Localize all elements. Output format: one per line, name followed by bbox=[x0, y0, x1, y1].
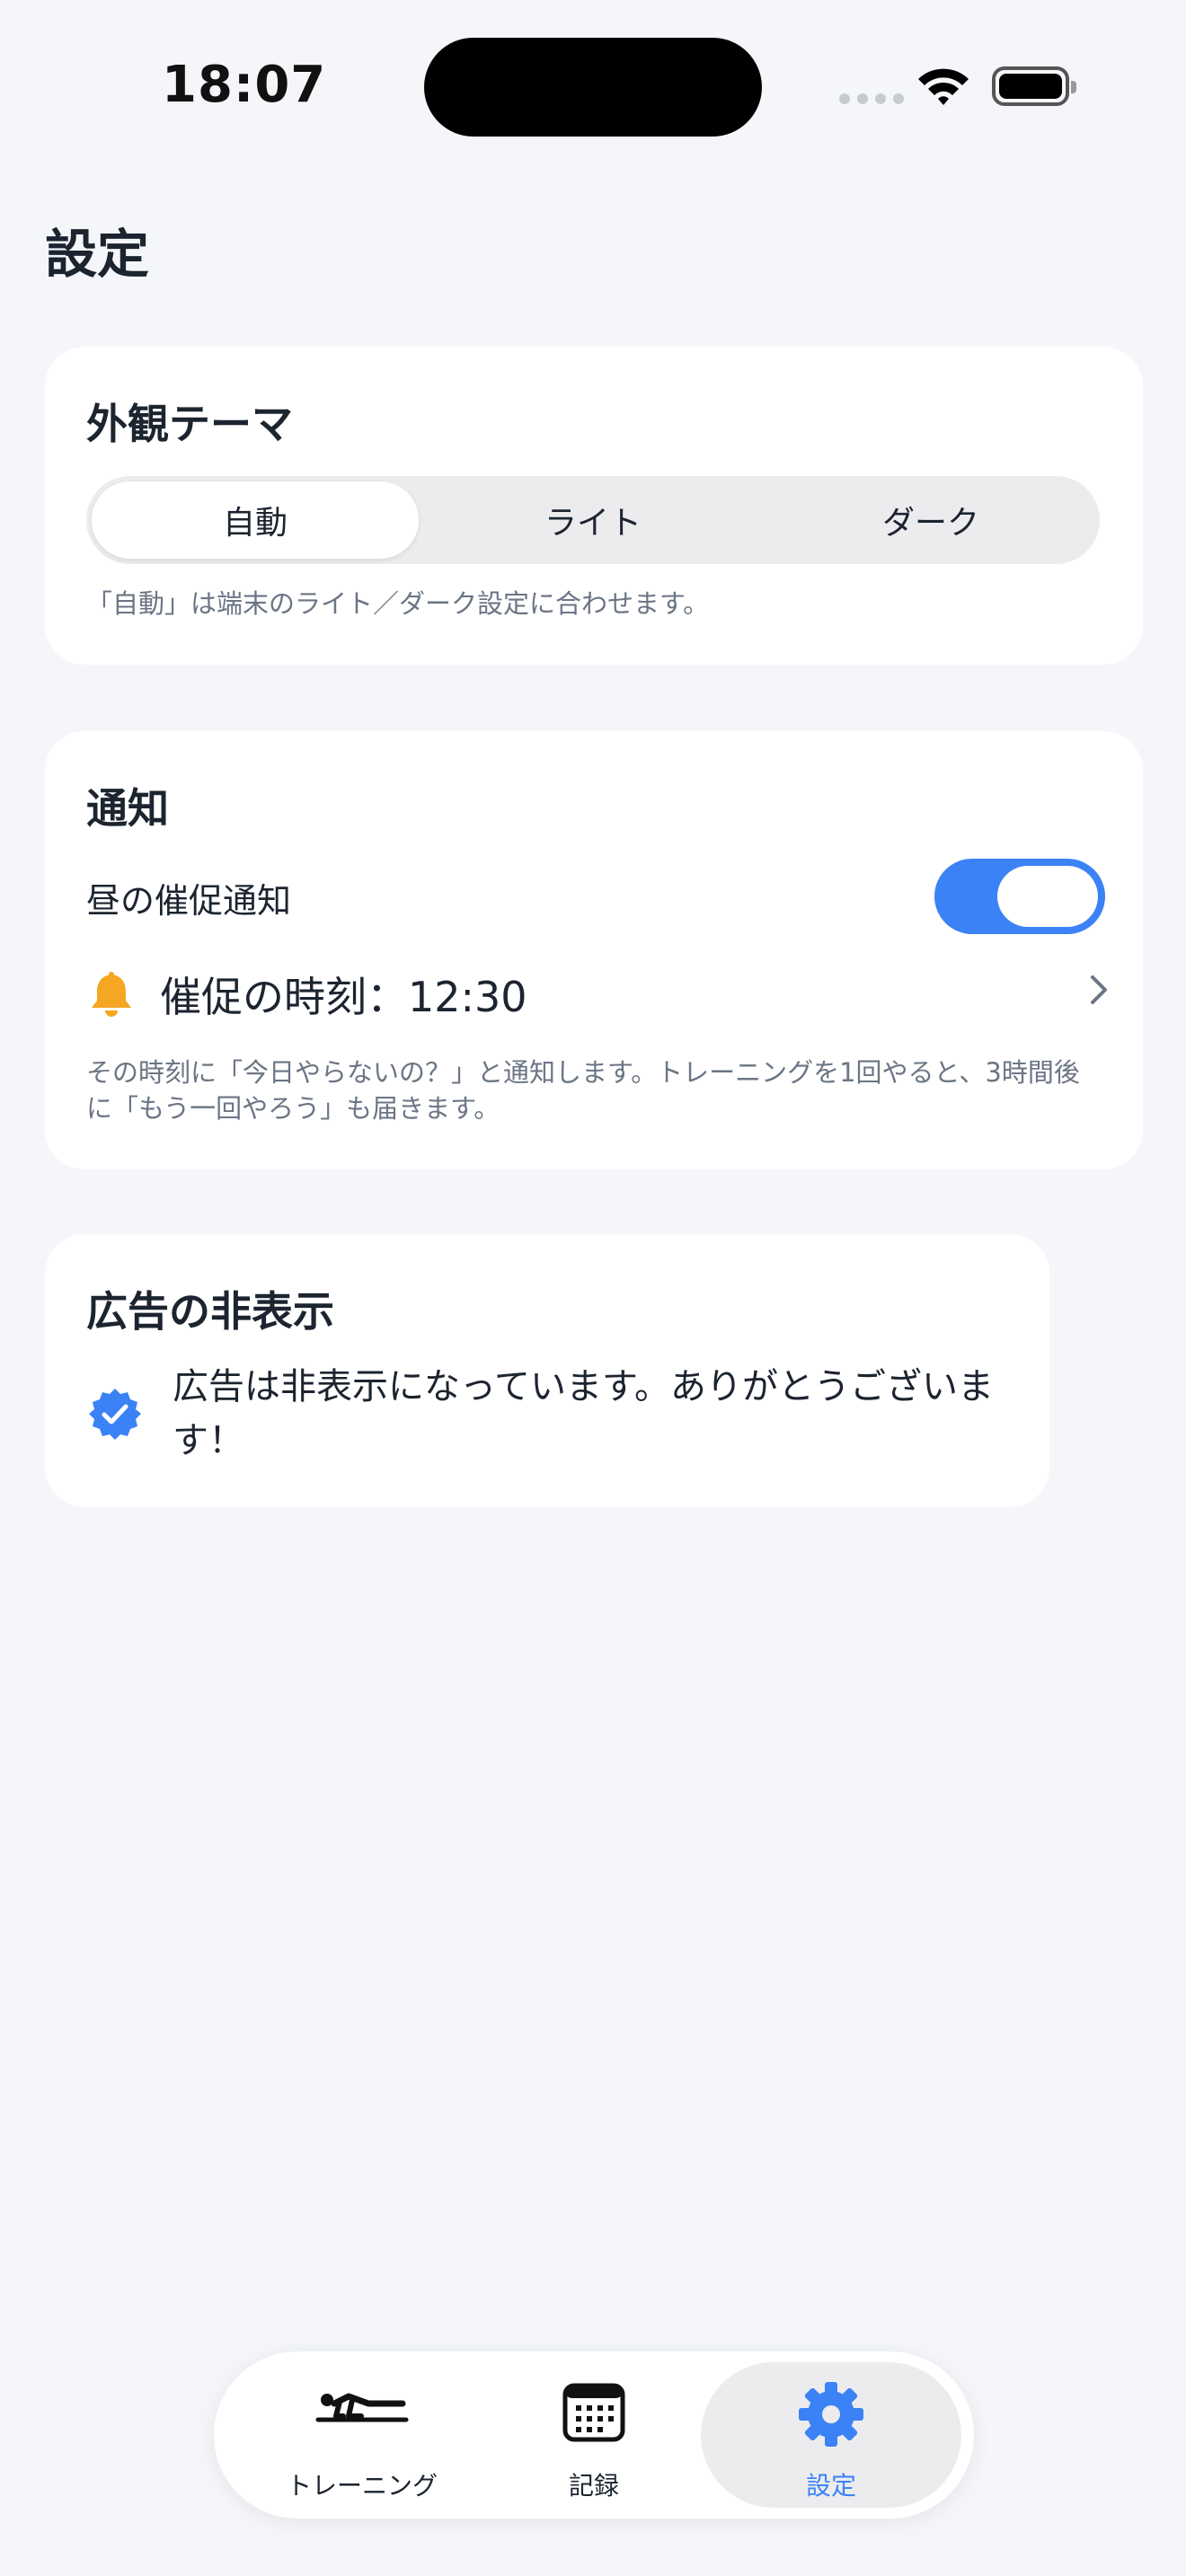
reminder-time-label: 催促の時刻：12:30 bbox=[160, 973, 527, 1021]
tab-records-label: 記録 bbox=[568, 2471, 619, 2501]
theme-card: 外観テーマ 自動 ライト ダーク 「自動」は端末のライト／ダーク設定に合わせます… bbox=[45, 347, 1143, 665]
theme-card-title: 外観テーマ bbox=[86, 400, 293, 448]
tab-bar: トレーニング 記録 設定 bbox=[214, 2351, 974, 2519]
reminder-time-row[interactable]: 催促の時刻：12:30 bbox=[86, 959, 1111, 1022]
page-title: 設定 bbox=[45, 224, 150, 285]
notification-note: その時刻に「今日やらないの？」と通知します。トレーニングを1回やると、3時間後に… bbox=[86, 1057, 1080, 1124]
pushup-icon bbox=[315, 2393, 409, 2422]
wifi-icon bbox=[918, 68, 969, 105]
noon-reminder-label: 昼の催促通知 bbox=[86, 881, 292, 921]
theme-option-auto[interactable]: 自動 bbox=[92, 481, 419, 559]
tab-settings-label: 設定 bbox=[805, 2471, 856, 2501]
dynamic-island bbox=[424, 38, 762, 137]
calendar-icon bbox=[562, 2383, 625, 2442]
status-bar: 18:07 bbox=[0, 0, 1186, 171]
status-time: 18:07 bbox=[162, 56, 327, 114]
tab-training-label: トレーニング bbox=[286, 2471, 438, 2501]
tab-records[interactable]: 記録 bbox=[464, 2362, 724, 2508]
theme-option-dark[interactable]: ダーク bbox=[767, 481, 1094, 559]
ads-card-title: 広告の非表示 bbox=[86, 1287, 334, 1336]
theme-note: 「自動」は端末のライト／ダーク設定に合わせます。 bbox=[86, 588, 710, 619]
ads-card: 広告の非表示 広告は非表示になっています。ありがとうございます！ bbox=[45, 1234, 1049, 1507]
bell-icon bbox=[92, 972, 131, 1017]
tab-settings[interactable]: 設定 bbox=[701, 2362, 961, 2508]
chevron-right-icon bbox=[1091, 975, 1107, 1004]
battery-icon bbox=[992, 66, 1076, 106]
theme-option-light[interactable]: ライト bbox=[429, 481, 757, 559]
notification-card: 通知 昼の催促通知 催促の時刻：12:30 その時刻に「今日やらないの？」と通知… bbox=[45, 731, 1143, 1169]
verified-badge-icon bbox=[89, 1389, 141, 1440]
gear-icon bbox=[799, 2382, 863, 2447]
notification-card-title: 通知 bbox=[86, 784, 169, 833]
cellular-signal-icon bbox=[839, 93, 904, 104]
noon-reminder-toggle[interactable] bbox=[934, 859, 1105, 934]
theme-segmented-control: 自動 ライト ダーク bbox=[86, 476, 1100, 564]
ads-status-message: 広告は非表示になっています。ありがとうございます！ bbox=[173, 1366, 994, 1461]
tab-training[interactable]: トレーニング bbox=[232, 2362, 492, 2508]
